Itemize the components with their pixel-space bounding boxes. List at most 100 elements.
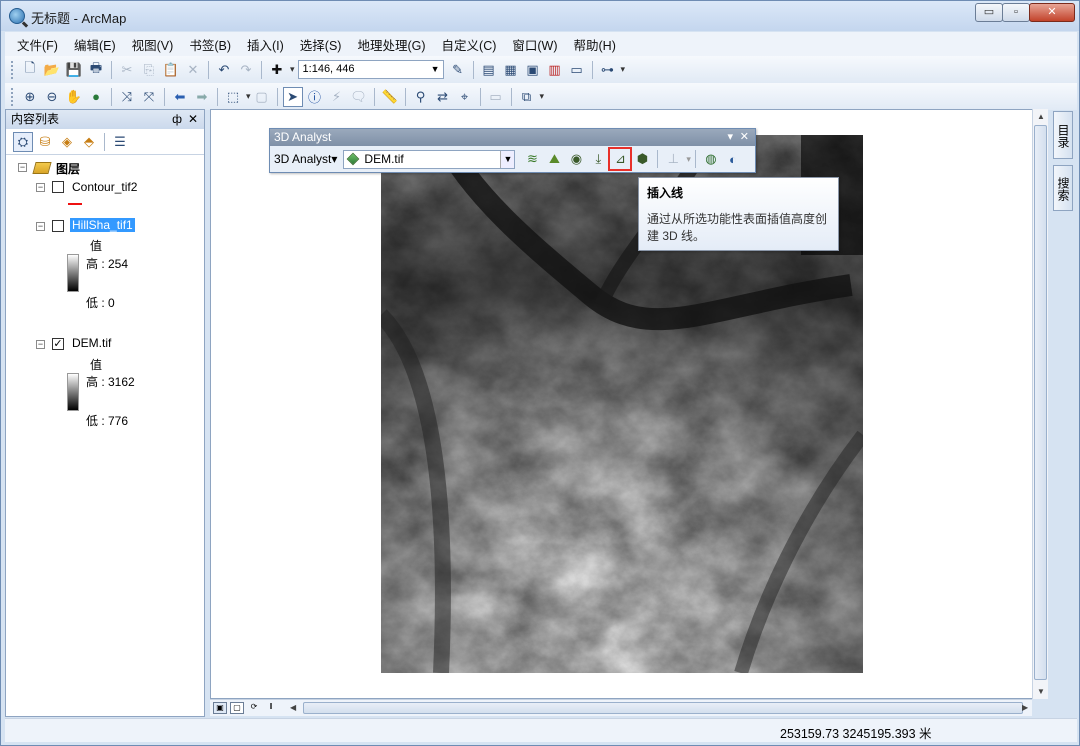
menu-edit[interactable]: 编辑(E) [74, 35, 116, 54]
cut-icon[interactable]: ✂ [117, 60, 137, 80]
chevron-down-icon[interactable]: ▼ [500, 150, 515, 168]
collapse-icon[interactable]: − [18, 163, 27, 172]
back-extent-icon[interactable]: ⬅ [170, 87, 190, 107]
select-elements-arrow-icon[interactable]: ➤ [282, 86, 303, 107]
toolbar-options-icon[interactable]: ▾ [621, 64, 626, 75]
map-scale-input[interactable]: 1:146, 446 ▼ [297, 60, 444, 79]
fixed-zoom-out-icon[interactable]: ⤧ [139, 87, 159, 107]
go-to-xy-icon[interactable]: ⌖ [455, 87, 475, 107]
interpolate-polygon-icon[interactable]: ⬢ [632, 149, 652, 169]
toolbar-grip[interactable] [11, 60, 15, 79]
vertical-scroll-thumb[interactable] [1034, 125, 1047, 680]
menu-insert[interactable]: 插入(I) [247, 35, 284, 54]
find-binoculars-icon[interactable]: ⚲ [411, 87, 431, 107]
horizontal-scroll-thumb[interactable] [303, 702, 1023, 714]
toolbar-close-icon[interactable]: ✕ [740, 129, 749, 146]
arcglobe-icon[interactable]: ◍ [701, 149, 721, 169]
maximize-button[interactable]: ▫ [1002, 3, 1030, 22]
paste-icon[interactable]: 📋 [161, 60, 181, 80]
model-builder-icon[interactable]: ⊶ [598, 60, 618, 80]
layer-name[interactable]: Contour_tif2 [72, 180, 137, 194]
3d-analyst-title-bar[interactable]: 3D Analyst ▾ ✕ [270, 129, 755, 146]
zoom-out-icon[interactable]: ⊖ [42, 87, 62, 107]
hyperlink-icon[interactable]: ⚡ [327, 87, 347, 107]
menu-customize[interactable]: 自定义(C) [442, 35, 497, 54]
color-ramp-swatch[interactable] [67, 373, 79, 411]
3d-analyst-menu-button[interactable]: 3D Analyst▾ [274, 152, 337, 166]
delete-icon[interactable]: ✕ [183, 60, 203, 80]
clear-selection-icon[interactable]: ▢ [252, 87, 272, 107]
close-button[interactable]: ✕ [1029, 3, 1075, 22]
measure-icon[interactable]: 📏 [380, 87, 400, 107]
forward-extent-icon[interactable]: ➡ [192, 87, 212, 107]
layer-name[interactable]: DEM.tif [72, 336, 111, 350]
list-by-drawing-order-icon[interactable]: ⛭ [13, 131, 33, 152]
menu-selection[interactable]: 选择(S) [300, 35, 342, 54]
create-viewer-window-icon[interactable]: ⧉ [517, 87, 537, 107]
catalog-window-icon[interactable]: ▦ [501, 60, 521, 80]
layout-view-icon[interactable]: ▢ [230, 702, 244, 714]
time-slider-icon[interactable]: ▭ [486, 87, 506, 107]
pan-hand-icon[interactable]: ✋ [64, 87, 84, 107]
select-features-icon[interactable]: ⬚ [223, 87, 243, 107]
list-by-visibility-icon[interactable]: ◈ [57, 132, 77, 152]
search-window-icon[interactable]: ▣ [523, 60, 543, 80]
new-icon[interactable]: 🗋 [20, 60, 40, 80]
table-icon[interactable]: ▤ [479, 60, 499, 80]
find-route-icon[interactable]: ⇄ [433, 87, 453, 107]
profile-dropdown-icon[interactable]: ▾ [686, 154, 691, 165]
scroll-left-icon[interactable]: ◀ [290, 703, 296, 712]
menu-view[interactable]: 视图(V) [132, 35, 174, 54]
menu-geoprocessing[interactable]: 地理处理(G) [357, 35, 425, 54]
save-icon[interactable]: 💾 [64, 60, 84, 80]
pause-drawing-icon[interactable]: ‖ [264, 702, 278, 714]
collapse-icon[interactable]: − [36, 340, 45, 349]
menu-windows[interactable]: 窗口(W) [512, 35, 557, 54]
options-icon[interactable]: ☰ [110, 132, 130, 152]
copy-icon[interactable]: ⎘ [139, 60, 159, 80]
refresh-icon[interactable]: ⟳ [247, 702, 261, 714]
menu-file[interactable]: 文件(F) [17, 35, 58, 54]
arctoolbox-icon[interactable]: ▥ [545, 60, 565, 80]
catalog-dock-tab[interactable]: 目录 [1053, 111, 1073, 159]
scroll-up-icon[interactable]: ▲ [1037, 112, 1045, 121]
layer-name[interactable]: HillSha_tif1 [70, 218, 135, 232]
menu-bookmarks[interactable]: 书签(B) [189, 35, 231, 54]
line-symbol[interactable] [68, 203, 82, 205]
print-icon[interactable]: 🖶 [86, 60, 106, 80]
redo-icon[interactable]: ↷ [236, 60, 256, 80]
zoom-in-icon[interactable]: ⊕ [20, 87, 40, 107]
interpolate-line-icon[interactable]: ⊿ [608, 147, 633, 171]
toolbar-grip[interactable] [11, 87, 15, 106]
scroll-down-icon[interactable]: ▼ [1037, 687, 1045, 696]
layers-root-label[interactable]: 图层 [56, 160, 80, 177]
layer-select[interactable]: DEM.tif ▼ [343, 149, 516, 169]
html-popup-icon[interactable]: 🗨 [349, 87, 369, 107]
undo-icon[interactable]: ↶ [214, 60, 234, 80]
identify-icon[interactable]: ⓘ [305, 87, 325, 107]
data-view-icon[interactable]: ▣ [213, 702, 227, 714]
select-dropdown-icon[interactable]: ▾ [246, 91, 251, 102]
close-icon[interactable]: ✕ [188, 110, 198, 129]
python-window-icon[interactable]: ▭ [567, 60, 587, 80]
toolbar-dropdown-icon[interactable]: ▾ [727, 129, 733, 146]
layer-visibility-checkbox[interactable] [52, 220, 64, 232]
open-icon[interactable]: 📂 [42, 60, 62, 80]
interpolate-point-icon[interactable]: ⤓ [588, 149, 608, 169]
arcscene-icon[interactable]: ◐ [723, 149, 743, 169]
pin-icon[interactable]: ф [172, 110, 182, 129]
layer-visibility-checkbox[interactable] [52, 181, 64, 193]
full-extent-globe-icon[interactable]: ● [86, 87, 106, 107]
color-ramp-swatch[interactable] [67, 254, 79, 292]
chevron-down-icon[interactable]: ▼ [431, 61, 440, 78]
editor-toolbar-icon[interactable]: ✎ [448, 60, 468, 80]
scroll-right-icon[interactable]: ▶ [1022, 703, 1028, 712]
minimize-button[interactable]: ▭ [975, 3, 1003, 22]
collapse-icon[interactable]: − [36, 183, 45, 192]
list-by-source-icon[interactable]: ⛁ [35, 132, 55, 152]
fixed-zoom-in-icon[interactable]: ⤨ [117, 87, 137, 107]
menu-help[interactable]: 帮助(H) [574, 35, 616, 54]
list-by-selection-icon[interactable]: ⬘ [79, 132, 99, 152]
toolbar-options-icon[interactable]: ▾ [540, 91, 545, 102]
vertical-scrollbar[interactable]: ▲ ▼ [1032, 109, 1048, 699]
